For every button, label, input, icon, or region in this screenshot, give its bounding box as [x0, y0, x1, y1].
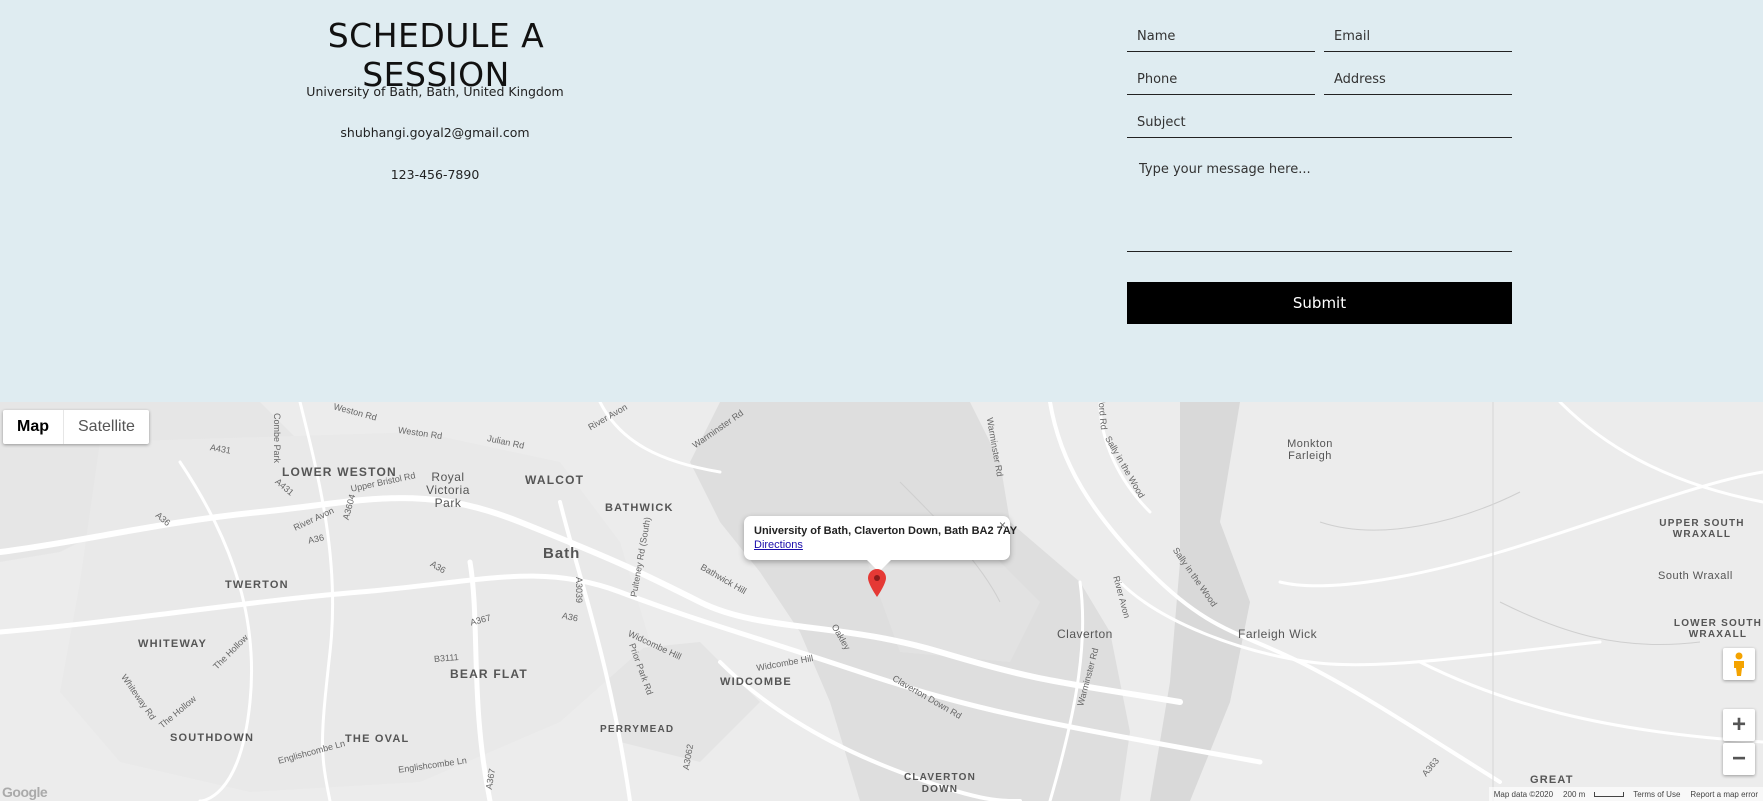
- contact-email: shubhangi.goyal2@gmail.com: [340, 125, 530, 140]
- address-field[interactable]: [1324, 65, 1512, 95]
- info-window-title: University of Bath, Claverton Down, Bath…: [754, 525, 1018, 537]
- label-bath: Bath: [543, 545, 581, 562]
- label-bear-flat: BEAR FLAT: [450, 667, 528, 681]
- label-b3111: B3111: [433, 651, 460, 665]
- label-royal-victoria-park: Royal Victoria Park: [426, 470, 470, 510]
- label-a3039: A3039: [574, 576, 585, 604]
- label-claverton: Claverton: [1057, 627, 1113, 641]
- map-marker-icon[interactable]: [868, 569, 886, 602]
- label-twerton: TWERTON: [225, 579, 289, 591]
- terms-link[interactable]: Terms of Use: [1628, 790, 1685, 799]
- email-field[interactable]: [1324, 22, 1512, 52]
- label-whiteway: WHITEWAY: [138, 638, 208, 650]
- label-monkton-farleigh: Monkton Farleigh: [1287, 438, 1333, 462]
- label-walcot: WALCOT: [525, 473, 585, 487]
- label-great: GREAT: [1530, 774, 1574, 786]
- contact-phone: 123-456-7890: [390, 167, 480, 182]
- close-icon[interactable]: ×: [999, 518, 1006, 532]
- name-field[interactable]: [1127, 22, 1315, 52]
- label-farleigh-wick: Farleigh Wick: [1238, 627, 1318, 641]
- label-perrymead: PERRYMEAD: [600, 724, 675, 735]
- contact-section: SCHEDULE A SESSION University of Bath, B…: [0, 0, 1763, 402]
- map[interactable]: LOWER WESTON Royal Victoria Park WALCOT …: [0, 402, 1763, 801]
- pegman-icon[interactable]: [1723, 648, 1755, 680]
- contact-address: University of Bath, Bath, United Kingdom: [306, 84, 564, 99]
- google-logo: Google: [2, 784, 48, 800]
- message-field[interactable]: [1127, 150, 1512, 252]
- page-title: SCHEDULE A SESSION: [327, 16, 545, 94]
- label-southdown: SOUTHDOWN: [170, 732, 255, 744]
- phone-field[interactable]: [1127, 65, 1315, 95]
- scale-bar-icon: [1594, 791, 1625, 797]
- label-lower-south-wraxall: LOWER SOUTH WRAXALL: [1673, 618, 1763, 640]
- map-scale[interactable]: 200 m: [1558, 790, 1590, 799]
- subject-field[interactable]: [1127, 108, 1512, 138]
- map-type-satellite-button[interactable]: Satellite: [63, 410, 149, 444]
- map-footer: Map data ©2020 200 m Terms of Use Report…: [1488, 787, 1763, 801]
- zoom-out-button[interactable]: −: [1723, 743, 1755, 775]
- map-info-window: University of Bath, Claverton Down, Bath…: [744, 516, 1017, 572]
- map-type-map-button[interactable]: Map: [3, 410, 63, 444]
- label-bathwick: BATHWICK: [605, 502, 674, 514]
- zoom-in-button[interactable]: +: [1723, 709, 1755, 741]
- map-type-control: Map Satellite: [3, 410, 149, 444]
- label-south-wraxall: South Wraxall: [1658, 570, 1733, 582]
- label-widcombe: WIDCOMBE: [720, 676, 792, 688]
- report-error-link[interactable]: Report a map error: [1685, 790, 1763, 799]
- label-combe-park: Combe Park: [272, 412, 283, 464]
- label-the-oval: THE OVAL: [345, 733, 410, 745]
- label-upper-south-wraxall: UPPER SOUTH WRAXALL: [1659, 518, 1745, 540]
- map-data-attribution: Map data ©2020: [1493, 789, 1554, 799]
- submit-button[interactable]: Submit: [1127, 282, 1512, 324]
- label-claverton-down: CLAVERTON DOWN: [903, 772, 977, 795]
- directions-link[interactable]: Directions: [754, 539, 803, 551]
